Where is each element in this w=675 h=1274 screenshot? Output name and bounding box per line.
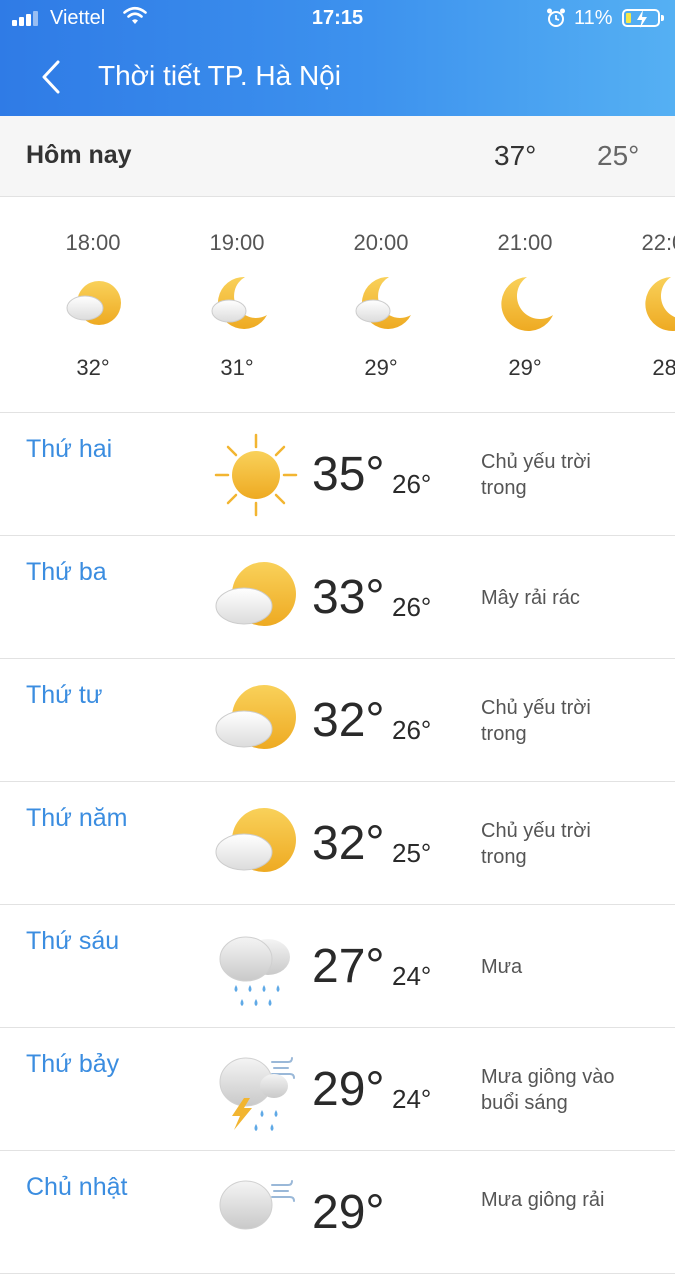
thunderstorm-rain-icon <box>219 1180 295 1230</box>
daily-row[interactable]: Thứ ba 33° 26° Mây rải rác <box>0 536 675 659</box>
desc-line: Chủ yếu trời <box>481 451 591 473</box>
partly-cloudy-moon-icon <box>211 276 267 329</box>
desc-line: Mây rải rác <box>481 587 580 609</box>
rain-icon <box>219 936 290 1006</box>
day-high: 32° <box>312 817 385 870</box>
thunderstorm-rain-icon <box>219 1057 295 1131</box>
moon-icon <box>501 277 553 331</box>
desc-line: Chủ yếu trời <box>481 697 591 719</box>
day-high: 35° <box>312 448 385 501</box>
hour-temp: 29° <box>508 355 542 380</box>
desc-line: trong <box>481 477 527 499</box>
hour-temp: 32° <box>76 355 110 380</box>
day-high: 32° <box>312 694 385 747</box>
hour-temp: 28° <box>652 355 675 380</box>
hour-time: 19:00 <box>209 230 265 255</box>
desc-line: trong <box>481 723 527 745</box>
day-low: 24° <box>392 961 432 991</box>
day-low: 25° <box>392 838 432 868</box>
hour-time: 21:00 <box>497 230 553 255</box>
day-low: 26° <box>392 469 432 499</box>
alarm-icon <box>547 8 565 27</box>
desc-line: Mưa giông vào <box>481 1066 615 1088</box>
hour-time: 20:00 <box>353 230 409 255</box>
desc-line: trong <box>481 846 527 868</box>
back-button[interactable] <box>36 56 72 98</box>
day-low: 26° <box>392 592 432 622</box>
daily-row[interactable]: Thứ năm 32° 25° Chủ yếu trời trong <box>0 782 675 905</box>
desc-line: Mưa <box>481 956 523 978</box>
battery-percent: 11% <box>574 7 613 29</box>
partly-cloudy-sun-icon <box>215 685 296 749</box>
hourly-forecast[interactable]: 18:00 32° 19:00 31° 20:00 29° 21:00 29° … <box>0 197 675 413</box>
today-label: Hôm nay <box>26 141 132 169</box>
day-low: 24° <box>392 1084 432 1114</box>
desc-line: Chủ yếu trời <box>481 820 591 842</box>
day-description: Chủ yếu trời trong <box>481 695 661 747</box>
day-high: 27° <box>312 940 385 993</box>
partly-cloudy-sun-icon <box>215 562 296 626</box>
desc-line: Mưa giông rải <box>481 1189 605 1211</box>
hour-temp: 31° <box>220 355 254 380</box>
day-name: Thứ tư <box>26 681 103 709</box>
day-name: Thứ ba <box>26 558 107 586</box>
partly-cloudy-sun-icon <box>215 808 296 872</box>
partly-cloudy-moon-icon <box>355 276 411 329</box>
daily-row[interactable]: Thứ hai 35° 26° Chủ yếu trời trong <box>0 413 675 536</box>
day-description: Mưa <box>481 954 661 980</box>
hour-time: 18:00 <box>65 230 121 255</box>
partly-cloudy-sun-icon <box>66 281 121 325</box>
day-name: Thứ hai <box>26 435 113 463</box>
day-name: Thứ bảy <box>26 1050 120 1078</box>
day-description: Chủ yếu trời trong <box>481 449 661 501</box>
day-name: Thứ sáu <box>26 927 120 955</box>
today-summary: Hôm nay 37° 25° <box>0 116 675 197</box>
day-low: 26° <box>392 715 432 745</box>
day-name: Thứ năm <box>26 804 128 832</box>
day-description: Mây rải rác <box>481 585 661 611</box>
hour-time: 22:00 <box>641 230 675 255</box>
daily-row[interactable]: Chủ nhật 29° Mưa giông rải <box>0 1151 675 1274</box>
day-high: 29° <box>312 1063 385 1116</box>
day-high: 33° <box>312 571 385 624</box>
hour-temp: 29° <box>364 355 398 380</box>
status-bar: Viettel 17:15 11% <box>0 0 675 38</box>
day-high: 29° <box>312 1186 385 1239</box>
day-name: Chủ nhật <box>26 1173 128 1201</box>
day-description: Mưa giông rải <box>481 1187 661 1213</box>
sun-icon <box>214 433 298 517</box>
daily-row[interactable]: Thứ sáu 27° 24° Mưa <box>0 905 675 1028</box>
today-low: 25° <box>597 140 640 171</box>
battery-icon <box>622 9 664 28</box>
daily-row[interactable]: Thứ tư 32° 26° Chủ yếu trời trong <box>0 659 675 782</box>
page-title: Thời tiết TP. Hà Nội <box>98 60 341 91</box>
app-header: Viettel 17:15 11% Thời tiết TP. Hà Nội <box>0 0 675 116</box>
daily-row[interactable]: Thứ bảy 29° 24° Mưa giông vào buổi sáng <box>0 1028 675 1151</box>
day-description: Mưa giông vào buổi sáng <box>481 1064 661 1116</box>
moon-icon <box>645 277 675 331</box>
today-high: 37° <box>494 140 537 171</box>
desc-line: buổi sáng <box>481 1092 568 1114</box>
day-description: Chủ yếu trời trong <box>481 818 661 870</box>
